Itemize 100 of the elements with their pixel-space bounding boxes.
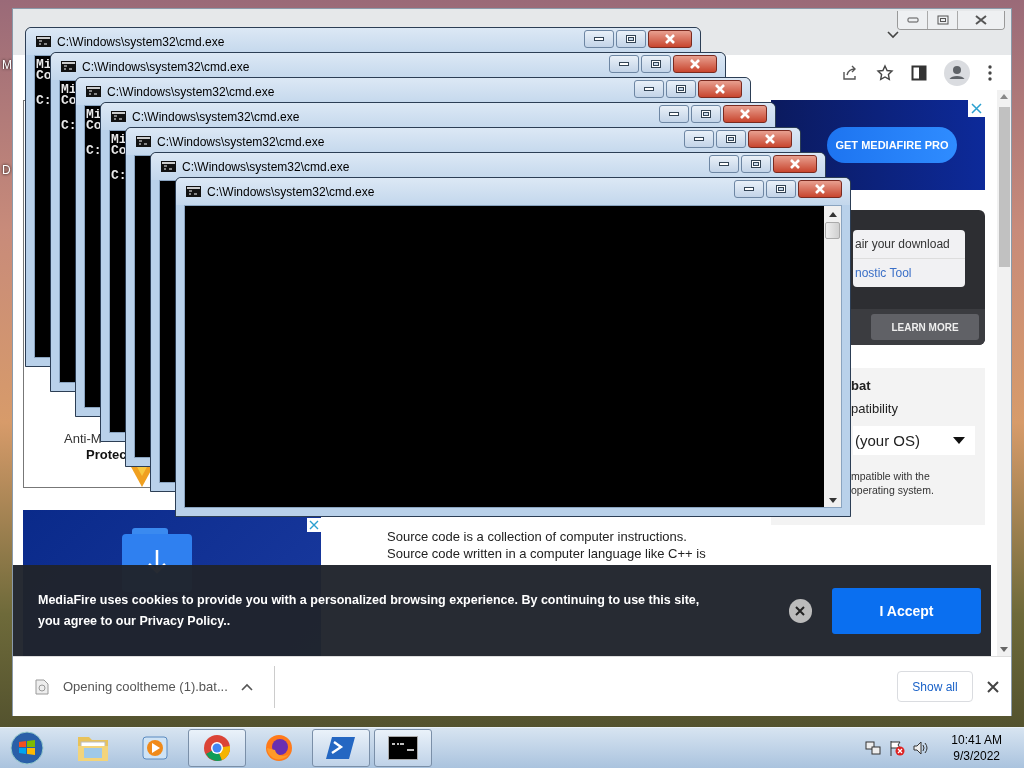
minimize-button[interactable] — [634, 79, 664, 98]
maximize-button[interactable] — [616, 29, 646, 48]
title-bar[interactable]: C:\Windows\system32\cmd.exe — [176, 178, 850, 205]
scroll-down-icon[interactable] — [828, 498, 837, 503]
close-icon — [714, 83, 726, 94]
console-icon — [388, 736, 418, 760]
minimize-button[interactable] — [584, 29, 614, 48]
minimize-button[interactable] — [734, 179, 764, 198]
minimize-icon — [906, 17, 919, 23]
maximize-icon — [726, 134, 736, 143]
window-title: C:\Windows\system32\cmd.exe — [107, 84, 275, 99]
close-icon — [764, 133, 776, 144]
show-all-button[interactable]: Show all — [897, 671, 973, 702]
maximize-icon — [936, 15, 949, 25]
scroll-thumb[interactable] — [825, 222, 840, 239]
console-icon — [136, 136, 151, 147]
console-icon — [186, 186, 201, 197]
minimize-icon — [619, 61, 629, 66]
console-icon — [61, 61, 76, 72]
dropdown-caret-icon — [953, 437, 965, 444]
more-menu-icon[interactable] — [987, 64, 993, 81]
maximize-icon — [751, 159, 761, 168]
learn-more-button[interactable]: LEARN MORE — [871, 314, 979, 340]
maximize-button[interactable] — [716, 129, 746, 148]
description-text: Source code is a collection of computer instructions. Source code written in a computer language like C++ is — [387, 528, 707, 562]
maximize-icon — [626, 34, 636, 43]
file-icon — [34, 678, 50, 695]
star-icon[interactable] — [876, 63, 894, 82]
scroll-down-icon[interactable] — [1000, 647, 1008, 652]
maximize-button[interactable] — [691, 104, 721, 123]
close-icon — [789, 158, 801, 169]
window-title: C:\Windows\system32\cmd.exe — [157, 134, 325, 149]
share-icon[interactable] — [841, 63, 859, 82]
minimize-button[interactable] — [709, 154, 739, 173]
close-icon — [689, 58, 701, 69]
profile-avatar-icon[interactable] — [944, 59, 970, 86]
window-title: C:\Windows\system32\cmd.exe — [132, 109, 300, 124]
tool-link[interactable]: nostic Tool — [853, 258, 965, 287]
minimize-button[interactable] — [684, 129, 714, 148]
close-icon[interactable] — [987, 680, 999, 693]
console-text: C: — [36, 95, 52, 106]
scrollbar[interactable] — [824, 206, 841, 507]
console-text: C: — [86, 145, 102, 156]
maximize-button[interactable] — [641, 54, 671, 73]
scroll-thumb[interactable] — [998, 107, 1010, 267]
side-panel-icon[interactable] — [911, 64, 927, 81]
chevron-down-icon[interactable] — [887, 31, 899, 39]
maximize-button[interactable] — [741, 154, 771, 173]
os-select[interactable]: (your OS) — [853, 426, 975, 455]
close-icon — [739, 108, 751, 119]
window-title: C:\Windows\system32\cmd.exe — [182, 159, 350, 174]
option-text: air your download — [854, 236, 951, 253]
flag-alert-icon[interactable] — [889, 740, 906, 756]
maximize-icon — [676, 84, 686, 93]
panel-title: bat — [851, 378, 872, 393]
console-icon — [161, 161, 176, 172]
close-ad-icon[interactable] — [307, 518, 321, 532]
desktop-icon-label[interactable]: M — [2, 58, 12, 72]
minimize-button[interactable] — [659, 104, 689, 123]
close-icon — [974, 15, 988, 25]
close-button[interactable] — [673, 54, 717, 73]
dismiss-button[interactable] — [788, 598, 813, 623]
ad-text: Protec — [85, 447, 127, 463]
chevron-up-icon[interactable] — [240, 682, 253, 691]
console-text: Mi — [86, 109, 102, 120]
close-button[interactable] — [773, 154, 817, 173]
maximize-button[interactable] — [928, 11, 958, 29]
network-icon[interactable] — [865, 740, 882, 756]
scroll-up-icon[interactable] — [828, 212, 837, 217]
close-button[interactable] — [798, 179, 842, 198]
close-button[interactable] — [748, 129, 792, 148]
clock-time[interactable]: 10:41 AM — [951, 732, 1002, 748]
taskbar-button[interactable] — [374, 729, 432, 767]
minimize-icon — [594, 36, 604, 41]
media-player-icon — [140, 733, 170, 763]
fox-browser-icon — [264, 733, 294, 763]
close-icon — [664, 33, 676, 44]
download-file-name[interactable]: Opening cooltheme (1).bat... — [63, 679, 228, 694]
clock-date[interactable]: 9/3/2022 — [953, 748, 1000, 764]
close-button[interactable] — [958, 11, 1004, 29]
window-title: C:\Windows\system32\cmd.exe — [82, 59, 250, 74]
panel-subtitle: patibility — [851, 401, 899, 416]
start-button[interactable] — [10, 731, 44, 765]
browser-icon — [202, 733, 232, 763]
console-text: Mi — [36, 59, 52, 70]
maximize-button[interactable] — [766, 179, 796, 198]
console-icon — [86, 86, 101, 97]
close-button[interactable] — [698, 79, 742, 98]
close-button[interactable] — [648, 29, 692, 48]
close-button[interactable] — [723, 104, 767, 123]
accept-button[interactable]: I Accept — [832, 587, 981, 634]
speaker-icon[interactable] — [913, 740, 930, 756]
cookie-message: MediaFire uses cookies to provide you with a personalized browsing experience. By continuing to use this site, you agree to our Privacy Policy.. — [38, 591, 701, 630]
console-text: C: — [61, 120, 77, 131]
scrollbar[interactable] — [997, 90, 1011, 656]
get-pro-button[interactable]: GET MEDIAFIRE PRO — [827, 127, 957, 163]
minimize-button[interactable] — [609, 54, 639, 73]
maximize-button[interactable] — [666, 79, 696, 98]
console-text: Mi — [61, 84, 77, 95]
minimize-icon — [644, 86, 654, 91]
